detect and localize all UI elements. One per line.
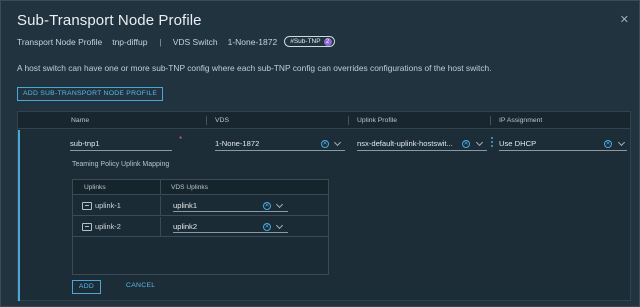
breadcrumb-tnp-name: tnp-diffup: [112, 36, 148, 47]
teaming-row: uplink-2 uplink2 ✕: [73, 217, 328, 237]
column-divider: [206, 116, 207, 125]
grid-header: Name VDS Uplink Profile IP Assignment: [18, 112, 630, 129]
required-mark: *: [179, 135, 183, 144]
breadcrumb-tnp: Transport Node Profile: [17, 36, 103, 47]
column-header-uplink-profile: Uplink Profile: [357, 117, 398, 124]
dialog-title: Sub-Transport Node Profile: [17, 12, 202, 29]
vds-uplink-value: uplink1: [173, 201, 198, 210]
column-header-ip-assignment: IP Assignment: [499, 117, 543, 124]
add-button[interactable]: ADD: [72, 280, 101, 294]
uplink-profile-value: nsx-default-uplink-hostswit...: [357, 139, 453, 148]
close-icon[interactable]: ✕: [620, 13, 629, 26]
breadcrumb-vds: VDS Switch: [172, 36, 218, 47]
column-divider: [490, 116, 491, 125]
description-text: A host switch can have one or more sub-T…: [17, 63, 492, 73]
teaming-row: uplink-1 uplink1 ✕: [73, 196, 328, 216]
vds-value: 1-None-1872: [215, 139, 260, 148]
uplink-cell: uplink-2: [82, 222, 121, 231]
column-header-uplinks: Uplinks: [84, 184, 106, 191]
column-header-name: Name: [71, 117, 90, 124]
column-divider: [160, 180, 161, 195]
sub-tnp-pill[interactable]: #Sub-TNP 2: [284, 36, 335, 47]
uplink-cell: uplink-1: [82, 201, 121, 210]
column-divider: [348, 116, 349, 125]
more-options-icon[interactable]: [491, 137, 493, 147]
sub-tnp-pill-label: #Sub-TNP: [290, 38, 321, 45]
cancel-button[interactable]: CANCEL: [126, 282, 155, 289]
network-adapter-icon: [82, 201, 92, 210]
teaming-label: Teaming Policy Uplink Mapping: [72, 161, 170, 168]
vds-uplink-value: uplink2: [173, 222, 198, 231]
uplink-profile-clear-icon[interactable]: ✕: [462, 140, 470, 148]
breadcrumb-vds-name: 1-None-1872: [227, 36, 278, 47]
breadcrumb-separator: |: [159, 36, 162, 47]
sub-tnp-count-badge: 2: [323, 37, 332, 46]
vds-clear-icon[interactable]: ✕: [321, 140, 329, 148]
name-input[interactable]: sub-tnp1: [70, 137, 172, 151]
vds-uplink-clear-icon[interactable]: ✕: [263, 202, 271, 210]
add-sub-tnp-button[interactable]: ADD SUB-TRANSPORT NODE PROFILE: [17, 87, 164, 101]
column-header-vds-uplinks: VDS Uplinks: [171, 184, 209, 191]
uplink-name: uplink-2: [95, 222, 121, 231]
teaming-table: Uplinks VDS Uplinks uplink-1 uplink1 ✕ u…: [72, 179, 329, 275]
sub-tnp-dialog: Sub-Transport Node Profile ✕ Transport N…: [0, 0, 640, 307]
name-value: sub-tnp1: [70, 139, 100, 148]
ip-assignment-clear-icon[interactable]: ✕: [604, 140, 612, 148]
ip-assignment-value: Use DHCP: [499, 139, 537, 148]
teaming-table-header: Uplinks VDS Uplinks: [73, 180, 328, 195]
sub-tnp-row: sub-tnp1 * 1-None-1872 ✕ nsx-default-upl…: [18, 130, 630, 301]
column-divider: [160, 196, 161, 216]
column-header-vds: VDS: [215, 117, 229, 124]
uplink-name: uplink-1: [95, 201, 121, 210]
sub-tnp-grid: Name VDS Uplink Profile IP Assignment su…: [17, 111, 631, 301]
network-adapter-icon: [82, 222, 92, 231]
column-divider: [160, 217, 161, 237]
vds-uplink-clear-icon[interactable]: ✕: [263, 223, 271, 231]
breadcrumb: Transport Node Profile tnp-diffup | VDS …: [17, 36, 335, 47]
